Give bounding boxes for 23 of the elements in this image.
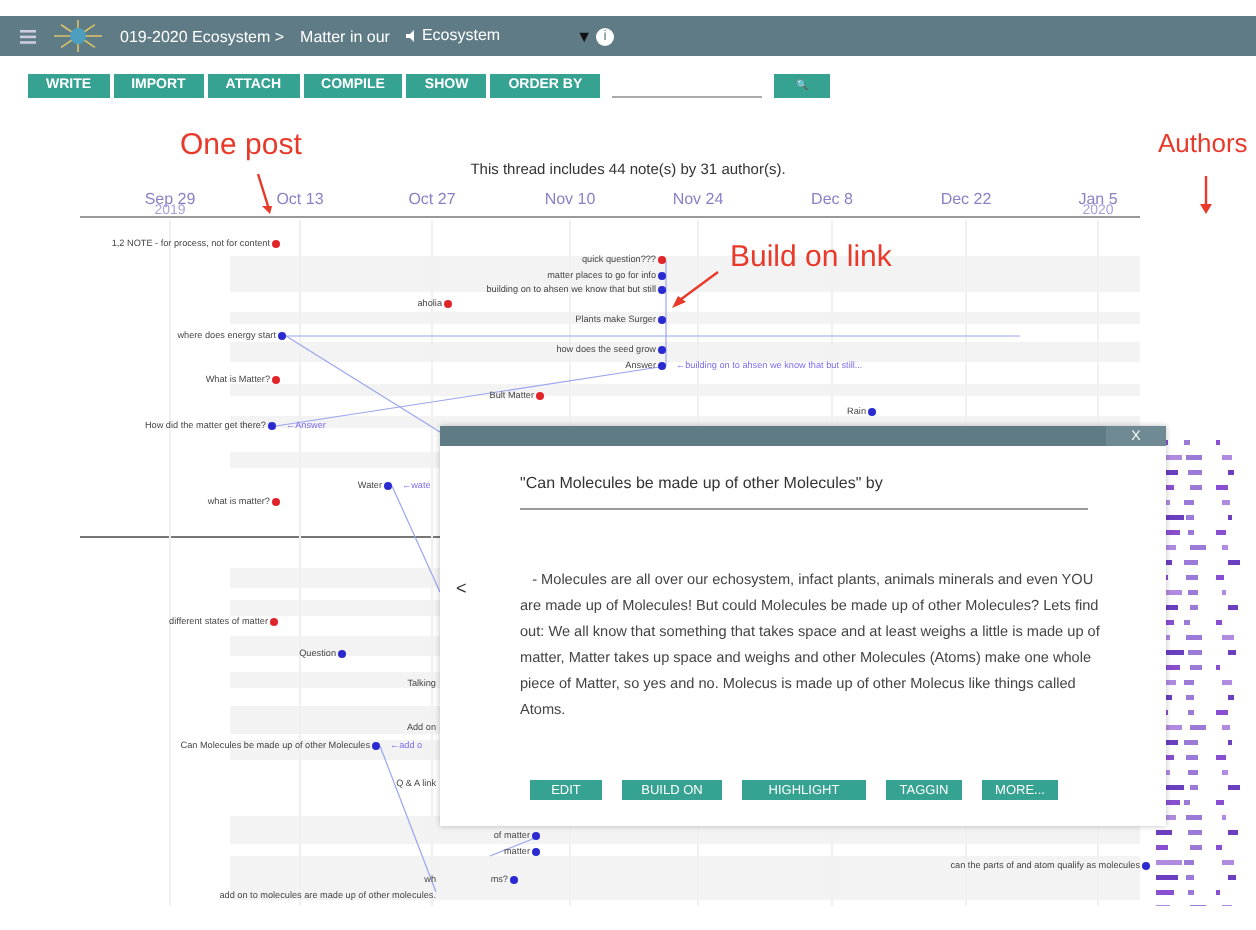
note-title: "Can Molecules be made up of other Molecules" by [520, 474, 1088, 510]
menu-icon[interactable] [20, 29, 36, 43]
date-label: Nov 10 [542, 190, 598, 208]
date-label: Dec 22 [938, 190, 994, 208]
date-label: Oct 27 [406, 190, 458, 208]
sun-logo-icon [52, 18, 104, 54]
date-label: Sep 29 [142, 190, 198, 208]
annotation-label: Authors [1158, 128, 1248, 158]
breadcrumb-item[interactable]: Matter in our [300, 27, 390, 45]
annotation-arrow [254, 172, 274, 216]
date-label: Oct 13 [274, 190, 326, 208]
annotation-arrow [1200, 176, 1212, 216]
annotation-label: One post [180, 128, 302, 162]
back-button[interactable]: < [456, 578, 467, 598]
sound-icon [405, 29, 418, 42]
dropdown-caret[interactable]: ▼ [576, 27, 592, 45]
breadcrumb-item[interactable]: 019-2020 Ecosystem > [120, 27, 285, 45]
date-label: Dec 8 [809, 190, 855, 208]
date-label: Nov 24 [670, 190, 726, 208]
connector-line [391, 485, 441, 593]
annotation-label: Build on link [730, 240, 892, 274]
annotation-arrow [668, 270, 720, 310]
breadcrumb-item[interactable]: Ecosystem [405, 26, 501, 46]
